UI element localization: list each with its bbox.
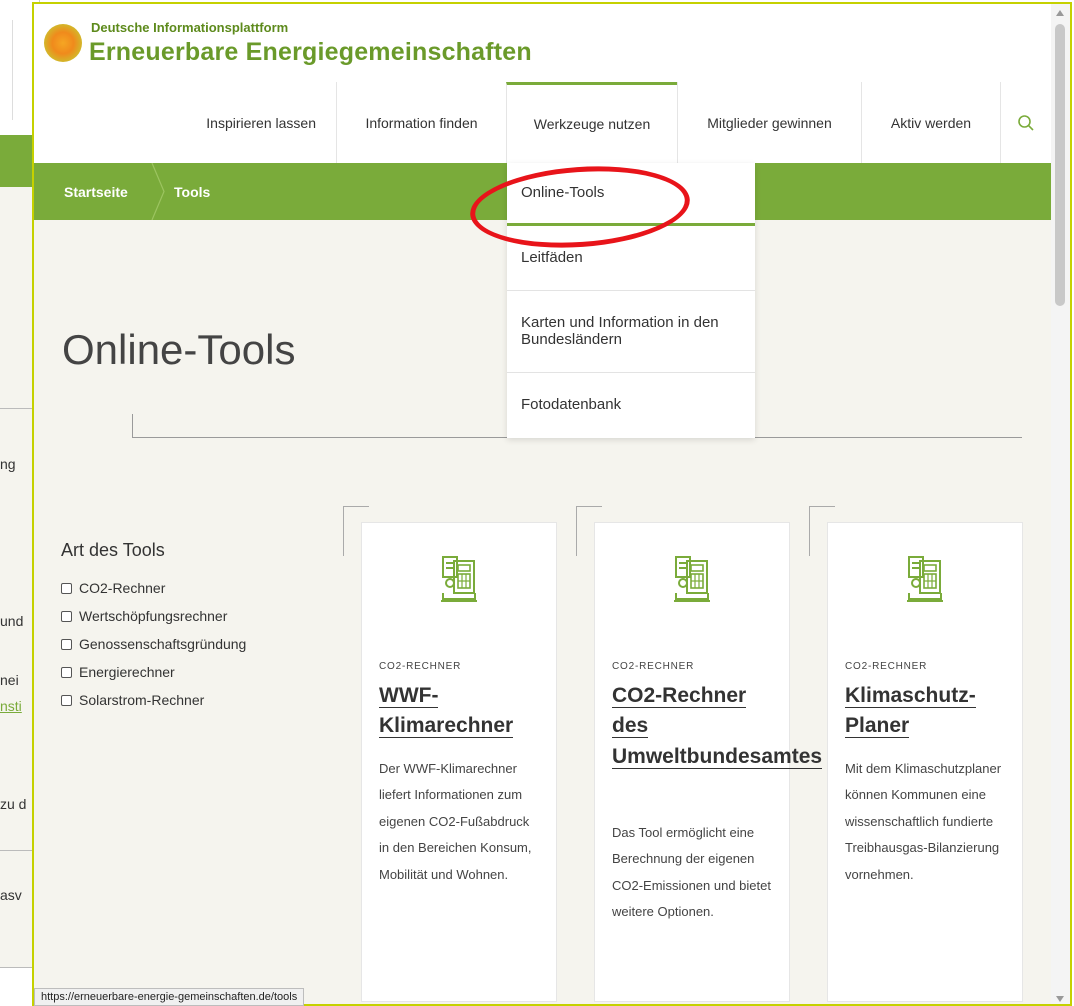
filter-label: CO2-Rechner [79,580,166,596]
search-button[interactable] [1000,82,1050,163]
card-category: CO2-RECHNER [379,661,462,672]
tool-card[interactable]: CO2-RECHNER CO2-Rechner des Umweltbundes… [594,522,823,1002]
filter-option-energierechner[interactable]: Energierechner [61,658,246,686]
background-text-fragment: nei [0,672,19,688]
status-bar-url: https://erneuerbare-energie-gemeinschaft… [34,988,305,1006]
card-category: CO2-RECHNER [612,661,695,672]
filter-option-genossenschaft[interactable]: Genossenschaftsgründung [61,630,246,658]
title-rule [132,414,133,438]
card-description: Der WWF-Klimarechner liefert Information… [379,761,532,882]
calculator-icon [362,555,556,603]
background-text-fragment: und [0,613,24,629]
filter-option-co2-rechner[interactable]: CO2-Rechner [61,574,246,602]
brand-tagline[interactable]: Deutsche Informationsplattform [91,20,288,35]
tools-dropdown-menu: Online-Tools Leitfäden Karten und Inform… [507,163,755,438]
breadcrumb-current[interactable]: Tools [174,163,210,220]
nav-item-mitglieder[interactable]: Mitglieder gewinnen [677,82,861,163]
nav-item-inspirieren[interactable]: Inspirieren lassen [34,82,336,163]
checkbox[interactable] [61,610,72,622]
card-title-link[interactable]: WWF-Klimarechner [379,684,514,739]
tool-card[interactable]: CO2-RECHNER WWF-Klimarechner Der WWF-Kli… [361,522,557,1002]
card-title-link[interactable]: Klimaschutz-Planer [845,684,976,739]
checkbox[interactable] [61,694,72,706]
calculator-icon [595,555,789,603]
breadcrumb-home[interactable]: Startseite [64,163,128,220]
dropdown-item-leitfaeden[interactable]: Leitfäden [507,226,755,291]
nav-item-aktiv[interactable]: Aktiv werden [861,82,1000,163]
page-title: Online-Tools [62,326,296,373]
calculator-icon [828,555,1022,603]
breadcrumb-separator-icon [151,163,165,220]
nav-item-werkzeuge[interactable]: Werkzeuge nutzen [506,82,677,163]
filter-heading: Art des Tools [61,540,165,560]
filter-label: Solarstrom-Rechner [79,692,205,708]
dropdown-item-fotodatenbank[interactable]: Fotodatenbank [507,373,755,438]
filter-label: Genossenschaftsgründung [79,636,247,652]
scroll-thumb[interactable] [1055,24,1065,306]
background-text-fragment: zu d [0,796,27,812]
card-title[interactable]: CO2-Rechner des Umweltbundesamtes [612,681,823,772]
main-navigation: Inspirieren lassen Information finden We… [34,82,1051,163]
scroll-down-arrow-icon[interactable] [1056,996,1064,1002]
card-description: Das Tool ermöglicht eine Berechnung der … [612,825,771,920]
tool-card[interactable]: CO2-RECHNER Klimaschutz-Planer Mit dem K… [827,522,1023,1002]
background-divider [12,20,13,120]
main-window: Deutsche Informationsplattform Erneuerba… [32,2,1072,1006]
card-title[interactable]: WWF-Klimarechner [379,681,539,742]
search-icon [1017,114,1034,131]
card-category: CO2-RECHNER [845,661,928,672]
filter-option-solarstrom[interactable]: Solarstrom-Rechner [61,686,246,714]
checkbox[interactable] [61,638,72,650]
brand-name[interactable]: Erneuerbare Energiegemeinschaften [89,38,532,67]
vertical-scrollbar[interactable] [1051,4,1070,1004]
dropdown-item-online-tools[interactable]: Online-Tools [507,163,755,226]
card-description: Mit dem Klimaschutzplaner können Kommune… [845,761,1002,882]
filter-list: CO2-Rechner Wertschöpfungsrechner Genoss… [61,574,246,714]
dropdown-item-karten[interactable]: Karten und Information in den Bundesländ… [507,291,755,373]
logo-icon[interactable] [44,24,82,62]
site-header: Deutsche Informationsplattform Erneuerba… [34,4,1051,164]
card-title[interactable]: Klimaschutz-Planer [845,681,1005,742]
background-text-fragment: asv [0,887,22,903]
card-title-link[interactable]: CO2-Rechner des Umweltbundesamtes [612,684,823,769]
filter-label: Wertschöpfungsrechner [79,608,228,624]
background-text-fragment: ng [0,456,16,472]
filter-option-wertschoepfung[interactable]: Wertschöpfungsrechner [61,602,246,630]
background-link-fragment[interactable]: nsti [0,698,22,714]
filter-label: Energierechner [79,664,175,680]
scroll-up-arrow-icon[interactable] [1056,10,1064,16]
checkbox[interactable] [61,666,72,678]
checkbox[interactable] [61,582,72,594]
nav-item-information[interactable]: Information finden [336,82,506,163]
